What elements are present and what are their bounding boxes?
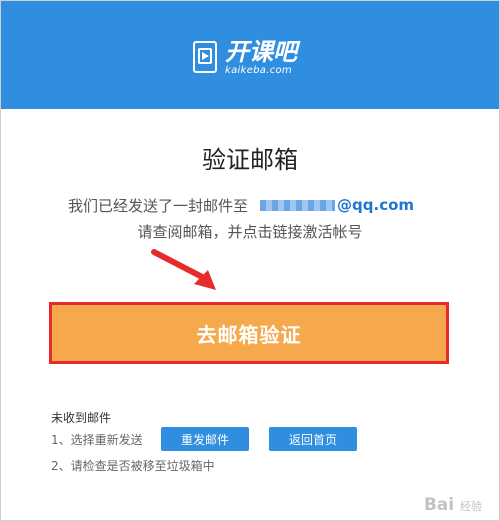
logo-subtitle: kaikeba.com <box>225 65 292 76</box>
resend-email-button[interactable]: 重发邮件 <box>161 427 249 451</box>
page-title: 验证邮箱 <box>202 146 298 174</box>
go-to-mailbox-button[interactable]: 去邮箱验证 <box>49 302 449 364</box>
header-banner: 开课吧 kaikeba.com <box>1 1 499 109</box>
step-check-spam-text: 2、请检查是否被移至垃圾箱中 <box>51 459 215 473</box>
activation-instruction: 请查阅邮箱，并点击链接激活帐号 <box>137 223 363 241</box>
video-screen-icon <box>193 41 217 73</box>
sent-message-text: 我们已经发送了一封邮件至 <box>68 196 249 215</box>
baidu-watermark: Bai 经验 <box>424 495 482 515</box>
not-received-title: 未收到邮件 <box>51 411 112 425</box>
kaikeba-logo[interactable]: 开课吧 kaikeba.com <box>193 39 313 81</box>
watermark-text: Bai <box>423 495 455 515</box>
masked-email-block <box>260 199 336 211</box>
watermark-sub: 经验 <box>460 500 482 513</box>
logo-title: 开课吧 <box>225 38 297 66</box>
sent-message: 我们已经发送了一封邮件至 @qq.com <box>68 193 414 217</box>
red-arrow-icon <box>151 249 216 290</box>
step-resend-text: 1、选择重新发送 <box>51 433 143 447</box>
email-domain: @qq.com <box>337 196 415 214</box>
return-home-button[interactable]: 返回首页 <box>269 427 357 451</box>
